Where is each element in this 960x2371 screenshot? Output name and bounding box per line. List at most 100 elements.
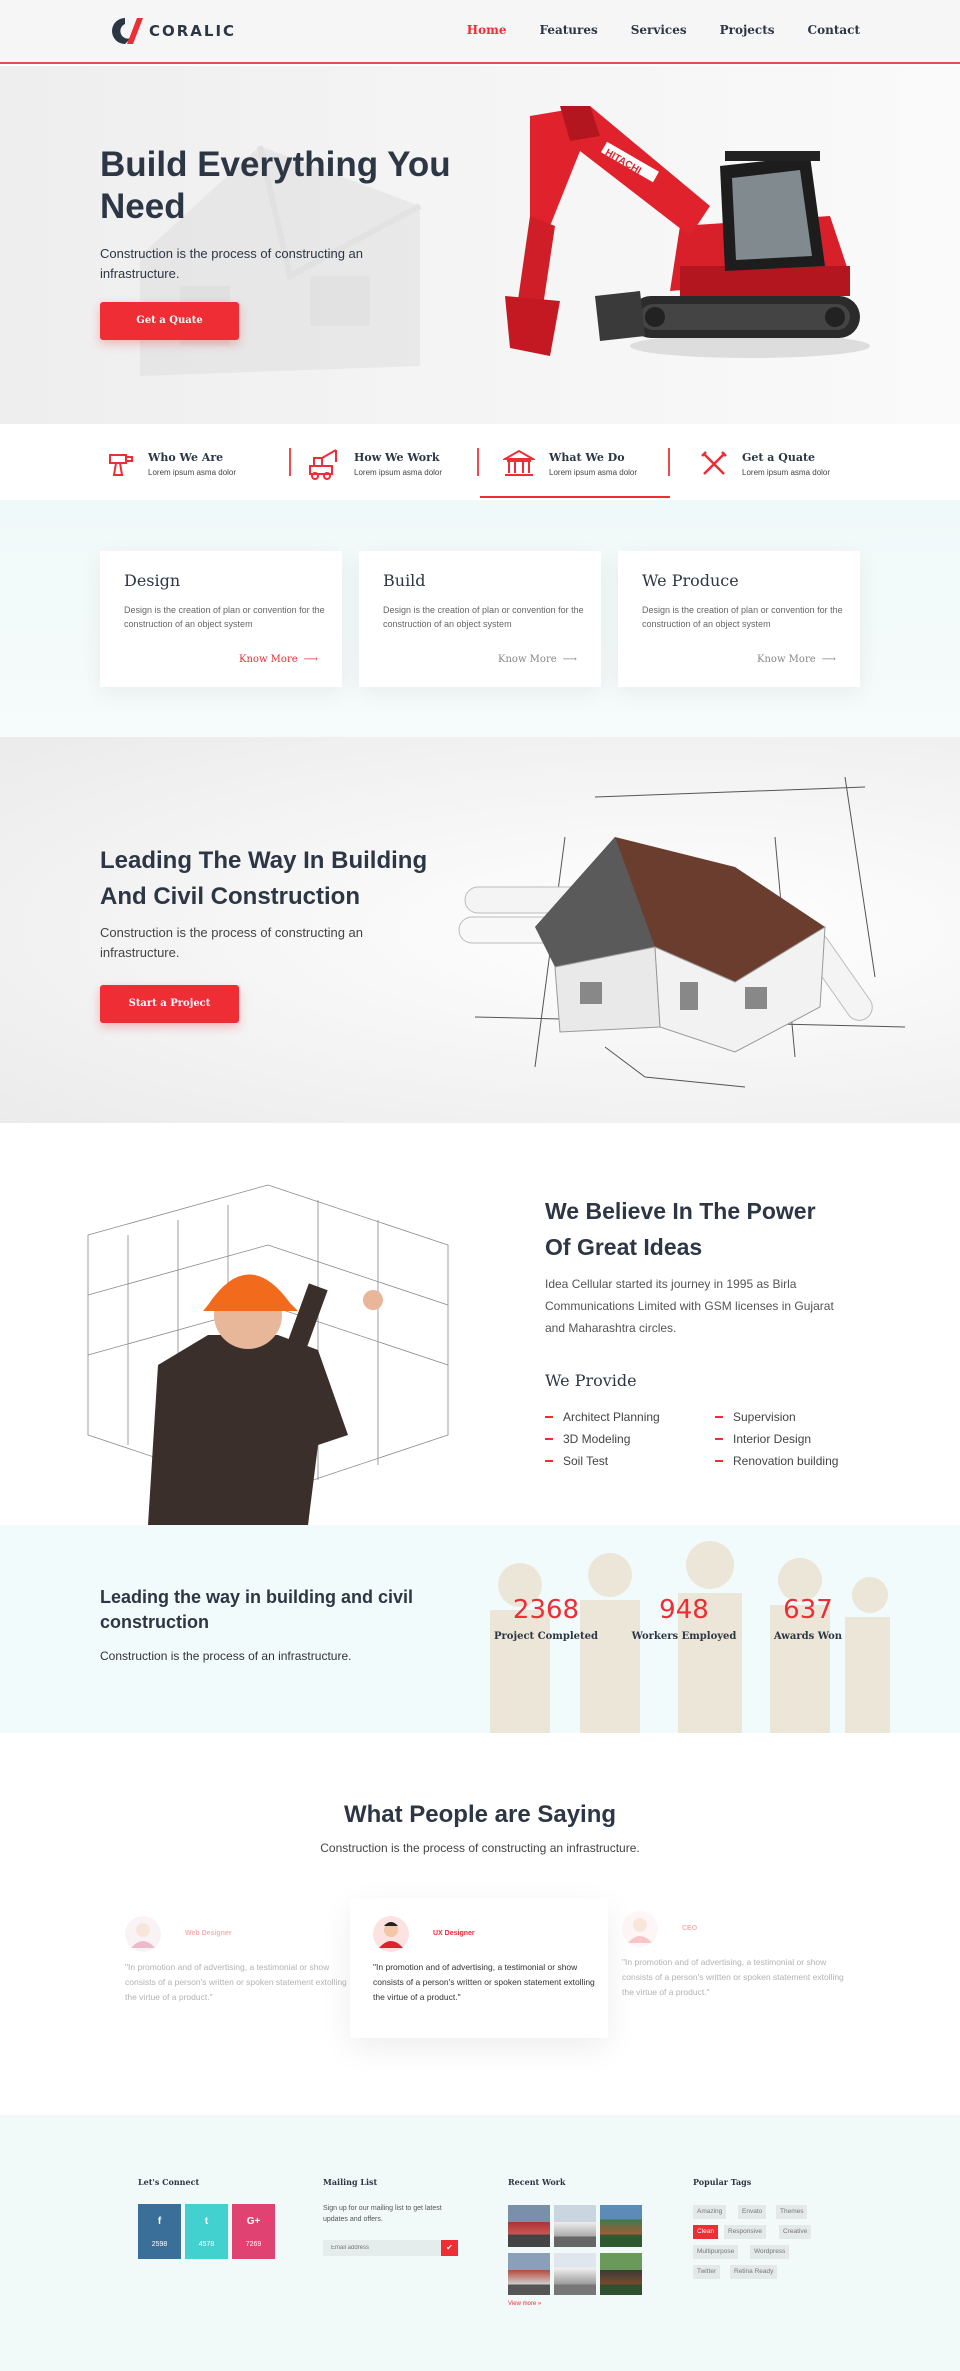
- recent-work-thumbnail[interactable]: [508, 2205, 550, 2247]
- provide-item: Interior Design: [715, 1432, 811, 1446]
- tag-item[interactable]: Responsive: [724, 2225, 766, 2239]
- stats-title: Leading the way in building and civil co…: [100, 1587, 414, 1632]
- testimonial-quote: "In promotion and of advertising, a test…: [622, 1957, 844, 1997]
- stat-awards: 637 Awards Won: [748, 1595, 868, 1642]
- strip-item-who-we-are[interactable]: Who We Are Lorem ipsum asma dolor: [108, 444, 236, 484]
- tag-item[interactable]: Creative: [779, 2225, 812, 2239]
- stats-text: Construction is the process of an infras…: [100, 1649, 352, 1663]
- start-project-button[interactable]: Start a Project: [100, 985, 239, 1023]
- logo-mark-icon: [112, 18, 143, 44]
- tag-item[interactable]: Amazing: [693, 2205, 727, 2219]
- testimonial-card: Web Designer "In promotion and of advert…: [125, 1916, 365, 2006]
- testimonials-subtitle: Construction is the process of construct…: [320, 1841, 640, 1855]
- check-icon: ✔: [446, 2243, 453, 2252]
- provide-item: Soil Test: [545, 1454, 608, 1468]
- leading-title: Leading The Way In Building And Civil Co…: [100, 847, 428, 910]
- tag-item[interactable]: Themes: [776, 2205, 808, 2219]
- leading-text: Construction is the process of construct…: [100, 925, 364, 960]
- view-more-link[interactable]: View more »: [508, 2301, 541, 2307]
- tag-item[interactable]: Retina Ready: [730, 2265, 778, 2279]
- site-footer: Let's Connect f 2598 t 4578 G+ 7269 Mail…: [0, 2115, 960, 2371]
- hero-title: Build Everything You Need: [100, 145, 451, 226]
- recent-work-thumbnail[interactable]: [554, 2253, 596, 2295]
- testimonial-role: Web Designer: [185, 1930, 232, 1937]
- strip-item-title: Who We Are: [148, 451, 224, 464]
- strip-item-sub: Lorem ipsum asma dolor: [148, 468, 237, 477]
- nav-home[interactable]: Home: [467, 23, 507, 37]
- avatar: [373, 1916, 409, 1952]
- facebook-icon: f: [157, 2216, 162, 2227]
- testimonial-role: CEO: [682, 1925, 698, 1932]
- recent-work-thumbnail[interactable]: [508, 2253, 550, 2295]
- footer-tags-title: Popular Tags: [693, 2177, 752, 2187]
- feature-strip: Who We Are Lorem ipsum asma dolor How We…: [0, 424, 960, 500]
- strip-item-get-quote[interactable]: Get a Quate Lorem ipsum asma dolor: [700, 444, 830, 484]
- tag-item[interactable]: Twitter: [693, 2265, 721, 2279]
- facebook-button[interactable]: f 2598: [138, 2204, 181, 2259]
- email-field[interactable]: [323, 2240, 441, 2256]
- card-text: Design is the creation of plan or conven…: [124, 605, 325, 629]
- recent-work-thumbnail[interactable]: [600, 2205, 642, 2247]
- provide-item: Architect Planning: [545, 1410, 660, 1424]
- twitter-button[interactable]: t 4578: [185, 2204, 228, 2259]
- know-more-link[interactable]: Know More ⟶: [757, 654, 836, 665]
- strip-item-title: Get a Quate: [742, 451, 816, 464]
- site-header: CORALIC Home Features Services Projects …: [0, 0, 960, 64]
- strip-item-sub: Lorem ipsum asma dolor: [354, 468, 443, 477]
- stats-section: Leading the way in building and civil co…: [0, 1525, 960, 1733]
- provide-item: Renovation building: [715, 1454, 838, 1468]
- nav-contact[interactable]: Contact: [808, 23, 860, 37]
- house-blueprint-image: [458, 777, 906, 1088]
- tag-item[interactable]: Envato: [738, 2205, 767, 2219]
- tag-item[interactable]: Multipurpose: [693, 2245, 739, 2259]
- believe-section: We Believe In The Power Of Great Ideas I…: [0, 1123, 960, 1525]
- strip-item-title: What We Do: [549, 451, 625, 464]
- know-more-label: Know More: [239, 654, 298, 665]
- card-text: Design is the creation of plan or conven…: [642, 605, 843, 629]
- nav-services[interactable]: Services: [631, 23, 687, 37]
- main-nav: Home Features Services Projects Contact: [434, 23, 860, 37]
- stat-projects: 2368 Project Completed: [486, 1595, 606, 1642]
- provide-item: 3D Modeling: [545, 1432, 630, 1446]
- leading-section: Leading The Way In Building And Civil Co…: [0, 737, 960, 1123]
- footer-connect-title: Let's Connect: [138, 2177, 200, 2187]
- social-count: 4578: [198, 2241, 215, 2248]
- service-card-design: Design Design is the creation of plan or…: [100, 551, 342, 687]
- crane-truck-icon: [309, 449, 337, 480]
- google-plus-icon: G+: [246, 2216, 261, 2227]
- believe-title: We Believe In The Power Of Great Ideas: [545, 1198, 816, 1260]
- tag-item[interactable]: Wordpress: [750, 2245, 790, 2259]
- service-card-we-produce: We Produce Design is the creation of pla…: [618, 551, 860, 687]
- twitter-icon: t: [204, 2216, 209, 2227]
- strip-item-how-we-work[interactable]: How We Work Lorem ipsum asma dolor: [306, 444, 442, 484]
- testimonials-section: What People are Saying Construction is t…: [0, 1733, 960, 2115]
- mailing-description: Sign up for our mailing list to get late…: [323, 2205, 442, 2223]
- social-count: 2598: [151, 2241, 168, 2248]
- footer-recent-title: Recent Work: [508, 2177, 566, 2187]
- recent-work-thumbnail[interactable]: [554, 2205, 596, 2247]
- testimonial-quote: "In promotion and of advertising, a test…: [373, 1962, 595, 2002]
- strip-item-what-we-do[interactable]: What We Do Lorem ipsum asma dolor: [503, 444, 637, 484]
- strip-divider: [477, 448, 479, 476]
- logo[interactable]: CORALIC: [105, 14, 236, 48]
- recent-work-thumbnail[interactable]: [600, 2253, 642, 2295]
- believe-text: Idea Cellular started its journey in 199…: [545, 1277, 834, 1335]
- hero-section: Build Everything You Need Construction i…: [0, 66, 960, 424]
- nav-projects[interactable]: Projects: [720, 23, 775, 37]
- service-card-build: Build Design is the creation of plan or …: [359, 551, 601, 687]
- strip-divider: [289, 448, 291, 476]
- know-more-label: Know More: [757, 654, 816, 665]
- subscribe-button[interactable]: ✔: [441, 2240, 458, 2256]
- nav-features[interactable]: Features: [539, 23, 597, 37]
- know-more-link[interactable]: Know More ⟶: [498, 654, 577, 665]
- hero-text: Construction is the process of construct…: [100, 246, 364, 281]
- get-quote-button[interactable]: Get a Quate: [100, 302, 239, 340]
- know-more-link[interactable]: Know More ⟶: [239, 654, 318, 665]
- tag-item-active[interactable]: Clean: [693, 2225, 718, 2239]
- google-plus-button[interactable]: G+ 7269: [232, 2204, 275, 2259]
- logo-text: CORALIC: [149, 22, 237, 40]
- testimonial-role: UX Designer: [433, 1930, 475, 1937]
- testimonial-card-featured: UX Designer "In promotion and of adverti…: [350, 1898, 608, 2038]
- card-title: Design: [124, 571, 181, 590]
- arrow-right-icon: ⟶: [562, 654, 577, 665]
